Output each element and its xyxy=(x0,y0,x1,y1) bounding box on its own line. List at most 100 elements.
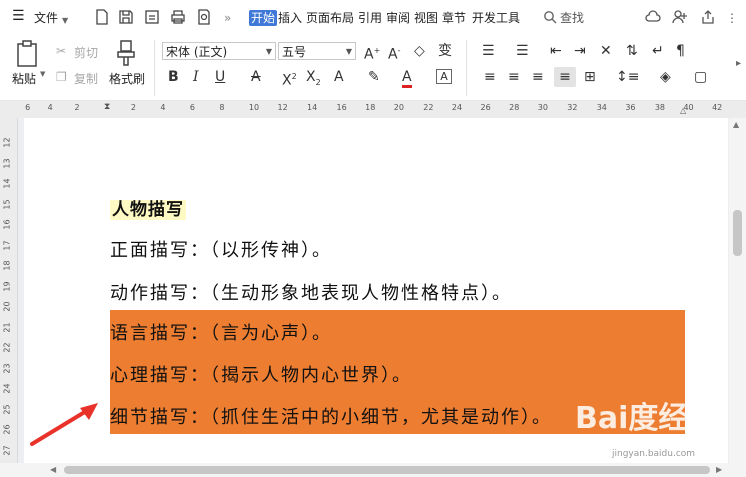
superscript-icon[interactable]: X2 xyxy=(282,69,297,89)
share-icon[interactable] xyxy=(700,9,716,25)
ruler-tick-label: 16 xyxy=(2,219,12,230)
paste-button[interactable]: 粘贴 xyxy=(12,70,36,87)
tab-start[interactable]: 开始 xyxy=(249,10,278,26)
user-share-icon[interactable] xyxy=(672,9,688,25)
underline-icon[interactable]: U xyxy=(215,69,225,85)
vertical-scrollbar[interactable] xyxy=(729,118,746,463)
ruler-tick-label: 4 xyxy=(47,103,53,112)
more-icon[interactable]: » xyxy=(224,10,231,26)
font-color-icon[interactable]: A xyxy=(402,69,412,88)
heading-text: 人物描写 xyxy=(110,200,186,220)
tab-insert[interactable]: 插入 xyxy=(278,10,302,26)
vertical-scroll-thumb[interactable] xyxy=(733,210,742,256)
more-options-icon[interactable]: ⋮ xyxy=(726,10,738,26)
red-arrow-annotation xyxy=(30,403,98,446)
clear-format-icon[interactable]: ◇ xyxy=(414,43,425,59)
strikethrough-icon[interactable]: A xyxy=(251,69,261,85)
horizontal-scroll-thumb[interactable] xyxy=(64,466,710,474)
chevron-down-icon: ▼ xyxy=(265,47,272,56)
menu-file[interactable]: 文件 xyxy=(34,10,58,26)
bullet-list-icon[interactable]: ☰ xyxy=(482,43,495,59)
tab-page-layout[interactable]: 页面布局 xyxy=(306,10,354,26)
scroll-up-icon[interactable]: ▲ xyxy=(733,120,739,129)
align-right-icon[interactable]: ≡ xyxy=(532,69,544,85)
subscript-icon[interactable]: X2 xyxy=(306,69,321,91)
horizontal-ruler[interactable]: 6 4 2 2 4 6 8 10 12 14 16 18 20 22 24 26 28 30 32 34 36 38 40 4… xyxy=(0,101,746,119)
scroll-right-icon[interactable]: ▶ xyxy=(716,465,722,474)
export-pdf-icon[interactable] xyxy=(144,9,160,25)
text-effects-icon[interactable]: A xyxy=(334,69,344,85)
tab-chapter[interactable]: 章节 xyxy=(442,10,466,26)
print-preview-icon[interactable] xyxy=(196,9,212,25)
show-marks-icon[interactable]: ↵ xyxy=(652,43,664,59)
justify-icon[interactable]: ≡ xyxy=(554,67,576,87)
right-indent-marker-icon[interactable]: △ xyxy=(680,106,686,115)
increase-font-icon[interactable]: A+ xyxy=(364,43,380,63)
divider xyxy=(466,40,467,96)
sort-icon[interactable]: ⇅ xyxy=(626,43,638,59)
ruler-tick-label: 30 xyxy=(537,103,548,112)
align-left-icon[interactable]: ≡ xyxy=(484,69,496,85)
paragraph-mark-icon[interactable]: ¶ xyxy=(676,43,685,59)
decrease-font-icon[interactable]: A- xyxy=(388,43,400,63)
numbered-list-icon[interactable]: ☰ xyxy=(516,43,529,59)
paragraph-line[interactable]: 语言描写：（言为心声）。 xyxy=(110,319,332,345)
ruler-tick-label: 20 xyxy=(393,103,404,112)
vertical-ruler[interactable]: 12 13 14 15 16 17 18 19 20 21 22 23 24 25 26 27 xyxy=(0,118,18,463)
italic-icon[interactable]: I xyxy=(193,69,199,85)
search-icon[interactable] xyxy=(543,10,557,24)
align-center-icon[interactable]: ≡ xyxy=(508,69,520,85)
font-name-select[interactable]: 宋体 (正文) ▼ xyxy=(162,42,276,60)
paragraph-line[interactable]: 正面描写：（以形传神）。 xyxy=(110,236,332,262)
new-document-icon[interactable] xyxy=(94,9,110,25)
ruler-tick-label: 27 xyxy=(2,444,12,456)
search-box[interactable]: 查找 xyxy=(560,10,584,26)
chevron-down-icon[interactable]: ▼ xyxy=(40,70,45,78)
save-icon[interactable] xyxy=(118,9,134,25)
paragraph-line[interactable]: 细节描写：（抓住生活中的小细节，尤其是动作）。 xyxy=(110,403,552,429)
scissors-icon: ✂ xyxy=(56,44,67,58)
tab-view[interactable]: 视图 xyxy=(414,10,438,26)
tab-references[interactable]: 引用 xyxy=(358,10,382,26)
ruler-tick-label: 6 xyxy=(25,103,31,112)
font-size-select[interactable]: 五号 ▼ xyxy=(278,42,356,60)
ruler-tick-label: 38 xyxy=(654,103,666,112)
shading-icon[interactable]: ◈ xyxy=(660,69,671,85)
print-icon[interactable] xyxy=(170,9,186,25)
cloud-sync-icon[interactable] xyxy=(645,9,661,25)
paste-icon[interactable] xyxy=(15,40,41,68)
decrease-indent-icon[interactable]: ⇤ xyxy=(550,43,562,59)
ruler-tick-label: 42 xyxy=(712,103,723,112)
tab-review[interactable]: 审阅 xyxy=(386,10,410,26)
chevron-down-icon[interactable]: ▼ xyxy=(62,13,68,29)
chinese-layout-icon[interactable]: ✕ xyxy=(600,43,612,59)
hamburger-icon[interactable]: ☰ xyxy=(12,8,25,24)
ruler-tick-label: 14 xyxy=(2,178,12,189)
paragraph-line[interactable]: 心理描写：（揭示人物内心世界）。 xyxy=(110,361,412,387)
character-shading-icon[interactable]: A xyxy=(436,69,452,84)
scroll-left-icon[interactable]: ◀ xyxy=(50,465,56,474)
format-painter-icon[interactable] xyxy=(116,40,136,66)
font-size-value: 五号 xyxy=(282,45,307,59)
borders-icon[interactable]: ▢ xyxy=(694,69,707,85)
ruler-tick-label: 36 xyxy=(625,103,636,112)
tab-developer[interactable]: 开发工具 xyxy=(472,10,520,26)
paragraph-line[interactable]: 动作描写：（生动形象地表现人物性格特点）。 xyxy=(110,279,512,305)
phonetic-guide-icon[interactable]: 变 xyxy=(438,43,452,59)
highlight-icon[interactable]: ✎ xyxy=(368,69,380,85)
baidu-jingyan-logo: Bai度经验 xyxy=(575,401,719,436)
ribbon-scroll-icon[interactable]: ▸ xyxy=(736,56,741,72)
copy-button[interactable]: 复制 xyxy=(74,70,98,87)
increase-indent-icon[interactable]: ⇥ xyxy=(574,43,586,59)
ruler-tick-label: 32 xyxy=(567,103,578,112)
bold-icon[interactable]: B xyxy=(168,69,179,85)
format-painter-button[interactable]: 格式刷 xyxy=(109,70,145,87)
distributed-align-icon[interactable]: ⊞ xyxy=(584,69,596,85)
line-spacing-icon[interactable]: ↕≡ xyxy=(616,69,639,85)
page-title[interactable]: 人物描写 xyxy=(110,195,186,220)
ruler-tick-label: 12 xyxy=(2,137,12,148)
cut-button[interactable]: 剪切 xyxy=(74,44,98,61)
ruler-tick-label: 18 xyxy=(365,103,376,112)
watermark-url: jingyan.baidu.com xyxy=(612,449,696,459)
indent-marker-icon[interactable]: ⧗ xyxy=(104,102,110,112)
